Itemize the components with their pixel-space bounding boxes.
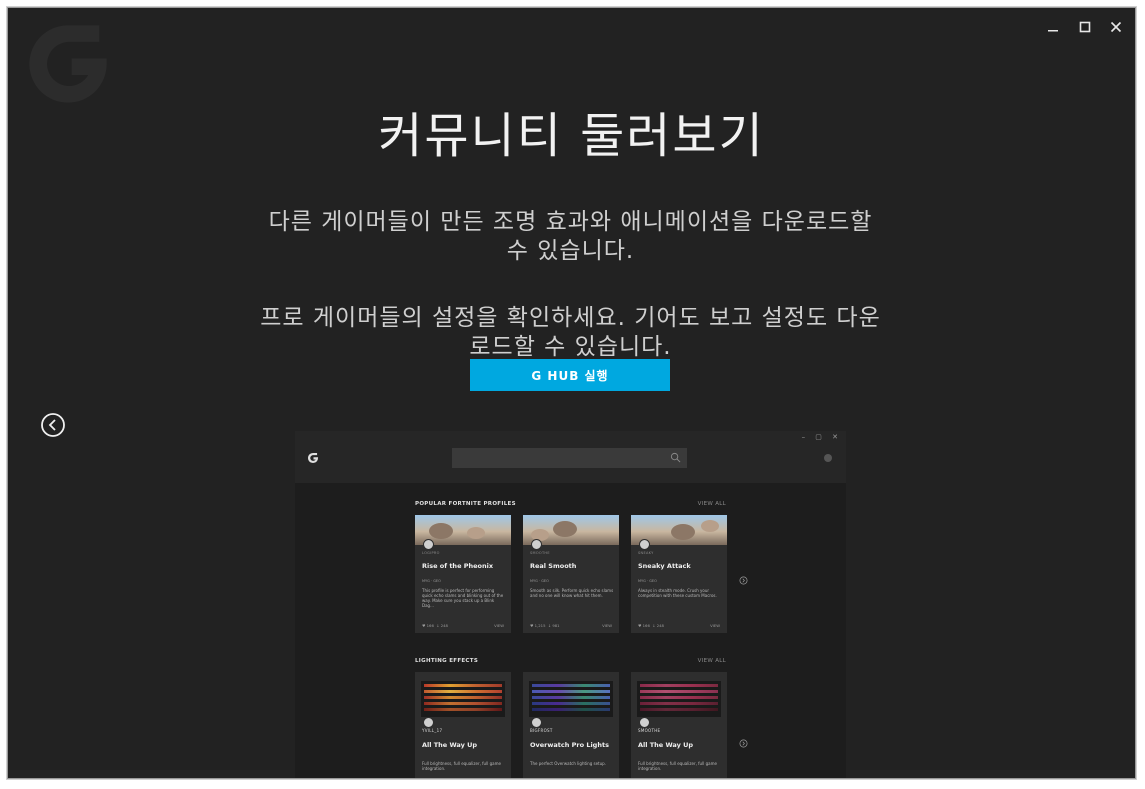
keyboard-thumbnail	[529, 681, 613, 717]
card-description: Full brightness, full equalizer, full ga…	[638, 761, 717, 771]
avatar	[423, 539, 434, 550]
card-author: SMOOTHE	[530, 551, 550, 555]
lighting-card: BIGFROST Overwatch Pro Lights The perfec…	[523, 672, 619, 778]
view-link: VIEW	[602, 623, 612, 628]
search-icon	[670, 452, 681, 463]
likes-count: 166	[426, 623, 434, 628]
preview-search-bar	[452, 448, 687, 468]
card-description: Smooth as silk. Perform quick echo slams…	[530, 588, 614, 598]
app-window: 커뮤니티 둘러보기 다른 게이머들이 만든 조명 효과와 애니메이션을 다운로드…	[7, 7, 1136, 779]
description-download-effects: 다른 게이머들이 만든 조명 효과와 애니메이션을 다운로드할 수 있습니다.	[268, 209, 873, 264]
avatar	[639, 539, 650, 550]
download-icon: ↓	[547, 623, 552, 628]
preview-header: – ▢ ✕	[295, 431, 846, 483]
ghub-preview-screenshot: – ▢ ✕ POPULAR FORTNITE PROFILES VIEW ALL	[295, 431, 846, 778]
card-title: All The Way Up	[422, 741, 478, 749]
preview-user-icon	[824, 454, 832, 462]
card-meta: MYG · GEO	[530, 579, 549, 583]
preview-g-logo-icon	[307, 452, 319, 464]
card-description: This profile is perfect for performing q…	[422, 588, 504, 608]
avatar	[639, 717, 650, 728]
heart-icon: ♥	[530, 623, 534, 628]
section-title: POPULAR FORTNITE PROFILES	[415, 501, 516, 507]
card-description: The perfect Overwatch lighting setup.	[530, 761, 606, 766]
card-title: Rise of the Pheonix	[422, 562, 494, 570]
downloads-count: 981	[552, 623, 560, 628]
keyboard-thumbnail	[637, 681, 721, 717]
card-footer: ♥ 166 ↓ 248 VIEW	[422, 623, 504, 628]
view-all-link: VIEW ALL	[697, 501, 726, 507]
close-button[interactable]	[1105, 16, 1127, 38]
launch-ghub-button[interactable]: G HUB 실행	[470, 359, 670, 391]
card-meta: MYG · GEO	[422, 579, 441, 583]
avatar	[423, 717, 434, 728]
card-title: Overwatch Pro Lights	[530, 741, 609, 749]
keyboard-thumbnail	[421, 681, 505, 717]
card-description: Full brightness, full equalizer, full ga…	[422, 761, 501, 771]
card-description: Always in stealth mode. Crush your compe…	[638, 588, 717, 598]
heart-icon: ♥	[422, 623, 426, 628]
profile-card: SNEAKY Sneaky Attack MYG · GEO Always in…	[631, 515, 727, 633]
maximize-icon	[1079, 21, 1091, 33]
avatar	[531, 539, 542, 550]
card-footer: ♥ 1,215 ↓ 981 VIEW	[530, 623, 612, 628]
likes-count: 166	[642, 623, 650, 628]
downloads-count: 248	[440, 623, 448, 628]
view-link: VIEW	[710, 623, 720, 628]
lighting-card: SMOOTHE All The Way Up Full brightness, …	[631, 672, 727, 778]
profile-card: LOGIPRO Rise of the Pheonix MYG · GEO Th…	[415, 515, 511, 633]
maximize-button[interactable]	[1074, 16, 1096, 38]
card-title: Real Smooth	[530, 562, 577, 570]
card-author: SNEAKY	[638, 551, 654, 555]
downloads-count: 248	[656, 623, 664, 628]
preview-window-controls: – ▢ ✕	[801, 433, 842, 441]
minimize-icon	[1048, 30, 1058, 32]
card-title: All The Way Up	[638, 741, 694, 749]
card-author: YVILL_17	[422, 728, 443, 733]
close-icon	[1110, 21, 1122, 33]
download-icon: ↓	[436, 623, 440, 628]
card-author: SMOOTHE	[638, 728, 661, 733]
heart-icon: ♥	[638, 623, 642, 628]
view-link: VIEW	[494, 623, 504, 628]
description-pro-settings: 프로 게이머들의 설정을 확인하세요. 기어도 보고 설정도 다운로드할 수 있…	[260, 305, 881, 360]
card-author: BIGFROST	[530, 728, 553, 733]
minimize-button[interactable]	[1042, 16, 1064, 38]
card-author: LOGIPRO	[422, 551, 440, 555]
lighting-effects-heading: LIGHTING EFFECTS VIEW ALL	[415, 658, 726, 664]
page-title: 커뮤니티 둘러보기	[378, 108, 765, 164]
view-all-link: VIEW ALL	[697, 658, 726, 664]
chevron-right-icon	[739, 576, 748, 585]
card-title: Sneaky Attack	[638, 562, 691, 570]
likes-count: 1,215	[534, 623, 546, 628]
avatar	[531, 717, 542, 728]
section-title: LIGHTING EFFECTS	[415, 658, 479, 664]
popular-profiles-heading: POPULAR FORTNITE PROFILES VIEW ALL	[415, 501, 726, 507]
lighting-card: YVILL_17 All The Way Up Full brightness,…	[415, 672, 511, 778]
download-icon: ↓	[652, 623, 656, 628]
card-meta: MYG · GEO	[638, 579, 657, 583]
card-footer: ♥ 166 ↓ 248 VIEW	[638, 623, 720, 628]
chevron-right-icon	[739, 739, 748, 748]
previous-slide-button[interactable]	[40, 412, 66, 438]
profile-card: SMOOTHE Real Smooth MYG · GEO Smooth as …	[523, 515, 619, 633]
